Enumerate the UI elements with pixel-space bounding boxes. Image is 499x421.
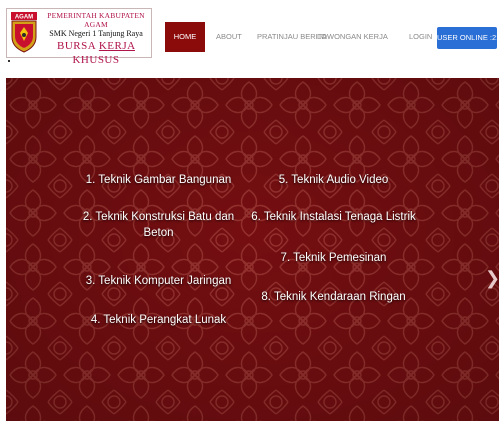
user-online-badge: USER ONLINE :21 — [437, 27, 499, 49]
nav-login[interactable]: LOGIN — [409, 22, 432, 52]
logo-text: PEMERINTAH KABUPATEN AGAM SMK Negeri 1 T… — [43, 11, 149, 67]
nav-home[interactable]: HOME — [165, 22, 205, 52]
crest-label: AGAM — [15, 15, 33, 21]
program-item: 8. Teknik Kendaraan Ringan — [261, 291, 406, 303]
crest-icon: AGAM — [11, 12, 37, 53]
logo-bkk-a: BURSA — [57, 40, 99, 52]
program-item: 5. Teknik Audio Video — [278, 174, 389, 186]
program-item: 6. Teknik Instalasi Tenaga Listrik — [251, 211, 416, 223]
logo-bkk-b: KERJA — [98, 40, 135, 52]
logo-government: PEMERINTAH KABUPATEN AGAM — [47, 11, 145, 29]
program-item: 4. Teknik Perangkat Lunak — [90, 314, 227, 326]
program-item: 7. Teknik Pemesinan — [280, 252, 387, 264]
program-item: 3. Teknik Komputer Jaringan — [85, 275, 232, 287]
program-item: 1. Teknik Gambar Bangunan — [85, 174, 232, 186]
logo-school: SMK Negeri 1 Tanjung Raya — [49, 29, 143, 38]
logo-bkk: BURSA KERJA KHUSUS — [43, 39, 149, 67]
hero-slider: 1. Teknik Gambar Bangunan 2. Teknik Kons… — [6, 78, 499, 421]
nav-lowongan-kerja[interactable]: LOWONGAN KERJA — [317, 22, 388, 52]
divider-dot — [8, 60, 10, 62]
site-logo[interactable]: AGAM PEMERINTAH KABUPATEN AGAM SMK Neger… — [6, 8, 152, 66]
chevron-right-icon[interactable]: ❯ — [485, 268, 499, 288]
site-header: AGAM PEMERINTAH KABUPATEN AGAM SMK Neger… — [0, 0, 499, 78]
logo-bkk-c: KHUSUS — [72, 54, 120, 66]
program-item: 2. Teknik Konstruksi Batu dan Beton — [82, 211, 235, 239]
nav-about[interactable]: ABOUT — [216, 22, 242, 52]
